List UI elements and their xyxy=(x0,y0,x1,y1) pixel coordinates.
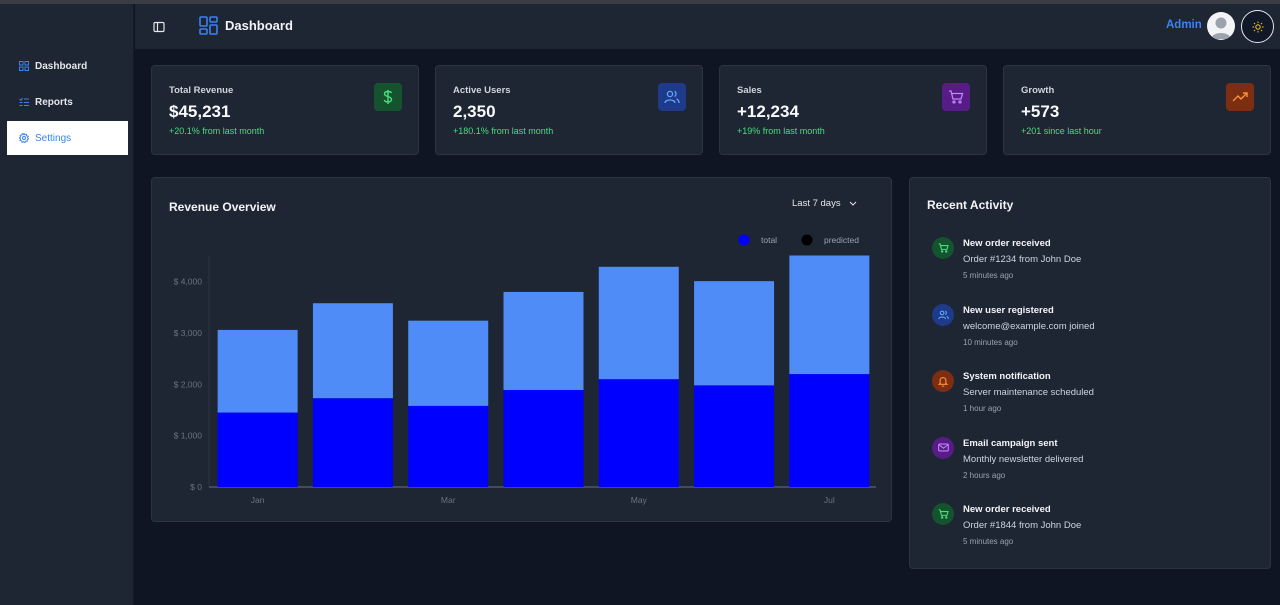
trending-up-icon xyxy=(1226,83,1254,111)
sidebar-item-dashboard[interactable]: Dashboard xyxy=(7,49,128,83)
activity-item: New order received Order #1234 from John … xyxy=(932,237,1262,293)
sidebar-item-settings[interactable]: Settings xyxy=(7,121,128,155)
y-tick-label: $ 3,000 xyxy=(174,328,203,338)
stat-card-sales: Sales +12,234 +19% from last month xyxy=(719,65,987,155)
activity-item: New user registered welcome@example.com j… xyxy=(932,303,1262,360)
activity-title: Recent Activity xyxy=(927,198,1014,212)
sidebar-item-reports[interactable]: Reports xyxy=(7,85,128,119)
bar-predicted xyxy=(598,266,679,380)
bell-icon xyxy=(932,370,954,392)
activity-item: System notification Server maintenance sc… xyxy=(932,370,1262,426)
activity-title-text: New order received xyxy=(963,238,1051,249)
top-header: Dashboard Admin xyxy=(135,4,1280,49)
activity-title-text: New order received xyxy=(963,504,1051,515)
cart-icon xyxy=(932,237,954,259)
gear-icon xyxy=(19,133,29,143)
sidebar-item-label: Dashboard xyxy=(35,60,88,72)
bar-total xyxy=(217,412,298,487)
mail-icon xyxy=(932,436,954,459)
activity-item: New order received Order #1844 from John … xyxy=(932,503,1262,559)
theme-toggle-button[interactable] xyxy=(1241,10,1274,43)
sidebar: Dashboard Reports Settings xyxy=(0,4,134,605)
bar-predicted xyxy=(694,281,775,386)
x-tick-label: Jan xyxy=(251,495,265,505)
stat-title: Sales xyxy=(737,85,762,96)
bar-predicted xyxy=(312,303,393,399)
cart-icon xyxy=(932,503,954,525)
x-tick-label: Mar xyxy=(441,495,456,505)
dashboard-logo-icon xyxy=(199,16,219,36)
stat-change: +180.1% from last month xyxy=(453,126,554,136)
activity-title-text: System notification xyxy=(963,371,1051,382)
activity-description: welcome@example.com joined xyxy=(963,320,1095,332)
bar-predicted xyxy=(503,291,584,390)
legend-label: predicted xyxy=(824,235,859,245)
activity-item: Email campaign sent Monthly newsletter de… xyxy=(932,436,1262,493)
bar-predicted xyxy=(408,320,489,406)
recent-activity-card: Recent Activity New order received Order … xyxy=(909,177,1271,569)
users-icon xyxy=(932,303,954,326)
sidebar-toggle-icon[interactable] xyxy=(153,20,165,33)
list-icon xyxy=(19,97,29,107)
grid-icon xyxy=(19,61,29,71)
activity-description: Order #1844 from John Doe xyxy=(963,520,1082,531)
activity-timestamp: 10 minutes ago xyxy=(963,337,1018,347)
cart-icon xyxy=(942,83,970,111)
activity-timestamp: 5 minutes ago xyxy=(963,537,1014,546)
dollar-icon xyxy=(374,83,402,111)
revenue-bar-chart: $ 0 $ 1,000 $ 2,000 $ 3,000 $ 4,000 Jan Mar May… xyxy=(174,234,876,505)
activity-description: Order #1234 from John Doe xyxy=(963,254,1082,265)
legend-label: total xyxy=(761,235,777,245)
x-tick-label: Jul xyxy=(824,495,835,505)
bar-total xyxy=(312,398,393,487)
x-tick-label: May xyxy=(631,495,648,505)
bar-total xyxy=(598,379,679,487)
activity-description: Monthly newsletter delivered xyxy=(963,453,1084,465)
legend-swatch xyxy=(738,234,750,246)
stat-change: +19% from last month xyxy=(737,126,825,136)
y-tick-label: $ 4,000 xyxy=(174,277,203,287)
stat-value: +12,234 xyxy=(737,102,799,121)
sidebar-item-label: Reports xyxy=(35,96,73,108)
stat-change: +20.1% from last month xyxy=(169,126,265,136)
page-title: Dashboard xyxy=(225,18,293,33)
stat-value: +573 xyxy=(1021,102,1060,121)
activity-timestamp: 2 hours ago xyxy=(963,470,1006,480)
activity-title-text: New user registered xyxy=(963,304,1054,316)
sun-icon xyxy=(1252,21,1263,32)
revenue-overview-card: Revenue Overview Last 7 days $ 0 $ 1,000 $… xyxy=(151,177,892,522)
avatar[interactable] xyxy=(1207,12,1235,40)
stat-change: +201 since last hour xyxy=(1021,126,1102,136)
activity-title-text: Email campaign sent xyxy=(963,437,1058,449)
stat-title: Active Users xyxy=(453,85,511,96)
bar-total xyxy=(503,389,584,487)
legend-swatch xyxy=(801,234,813,246)
stat-title: Growth xyxy=(1021,85,1055,96)
activity-description: Server maintenance scheduled xyxy=(963,387,1094,398)
users-icon xyxy=(658,83,686,111)
stat-card-growth: Growth +573 +201 since last hour xyxy=(1003,65,1271,155)
admin-link[interactable]: Admin xyxy=(1166,19,1202,31)
bar-predicted xyxy=(789,255,870,375)
sidebar-item-label: Settings xyxy=(35,132,72,144)
stat-card-total-revenue: Total Revenue $45,231 +20.1% from last m… xyxy=(151,65,419,155)
bar-total xyxy=(408,405,489,487)
stat-value: $45,231 xyxy=(169,102,231,121)
bar-total xyxy=(694,385,775,487)
stat-value: 2,350 xyxy=(453,102,496,121)
activity-timestamp: 5 minutes ago xyxy=(963,271,1014,280)
y-tick-label: $ 2,000 xyxy=(174,379,203,389)
bar-predicted xyxy=(217,329,298,413)
activity-timestamp: 1 hour ago xyxy=(963,404,1002,413)
bar-total xyxy=(789,374,870,487)
y-tick-label: $ 1,000 xyxy=(174,431,203,441)
stat-title: Total Revenue xyxy=(169,85,234,96)
stat-card-active-users: Active Users 2,350 +180.1% from last mon… xyxy=(435,65,703,155)
y-tick-label: $ 0 xyxy=(190,482,202,492)
